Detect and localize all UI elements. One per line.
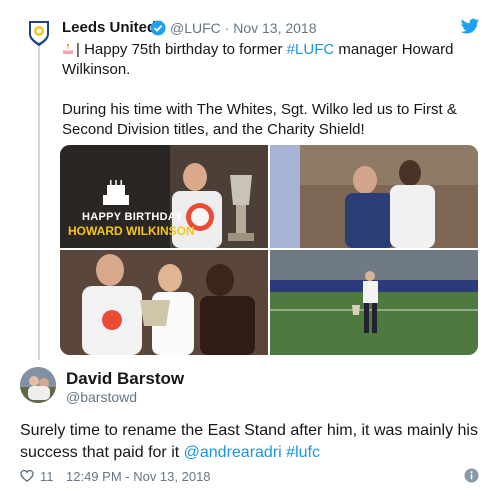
reply-timestamp[interactable]: 12:49 PM - Nov 13, 2018 xyxy=(66,469,211,484)
media-grid[interactable]: HAPPY BIRTHDAY HOWARD WILKINSON xyxy=(60,145,478,355)
like-count[interactable]: 11 xyxy=(40,469,54,484)
reply-author-name[interactable]: David Barstow xyxy=(66,369,184,389)
leeds-crest-icon[interactable] xyxy=(27,19,51,47)
hashtag-lufc-reply[interactable]: #lufc xyxy=(286,444,320,461)
photo-birthday-graphic[interactable]: HAPPY BIRTHDAY HOWARD WILKINSON xyxy=(60,145,268,248)
hashtag-lufc[interactable]: #LUFC xyxy=(287,41,335,58)
twitter-bird-icon[interactable] xyxy=(460,18,480,36)
banner-happy-birthday: HAPPY BIRTHDAY xyxy=(82,211,183,223)
birthday-cake-icon xyxy=(63,43,73,54)
photo-celebration-hug[interactable] xyxy=(270,145,478,248)
banner-howard-wilkinson: HOWARD WILKINSON xyxy=(68,224,195,238)
photo-hug xyxy=(270,145,478,248)
quoted-tweet-text: | Happy 75th birthday to former #LUFC ma… xyxy=(62,40,467,140)
photo-stadium xyxy=(270,250,478,355)
mention-andrearadri[interactable]: @andrearadri xyxy=(184,444,282,461)
quoted-author-name[interactable]: Leeds United xyxy=(62,19,156,36)
avatar[interactable] xyxy=(20,367,56,403)
photo-stadium-walk[interactable] xyxy=(270,250,478,355)
heart-icon[interactable] xyxy=(20,469,34,483)
photo-team-trophy[interactable] xyxy=(60,250,268,355)
thread-line xyxy=(38,44,40,360)
avatar-image xyxy=(20,367,56,403)
reply-author-handle[interactable]: @barstowd xyxy=(66,389,137,405)
quoted-text-part1: | Happy 75th birthday to former xyxy=(76,41,287,58)
photo-players-trophy xyxy=(60,250,268,355)
reply-tweet-text: Surely time to rename the East Stand aft… xyxy=(20,420,485,464)
info-icon[interactable] xyxy=(464,468,479,483)
verified-badge-icon xyxy=(150,20,166,36)
quoted-handle-date[interactable]: @LUFC · Nov 13, 2018 xyxy=(170,20,317,36)
